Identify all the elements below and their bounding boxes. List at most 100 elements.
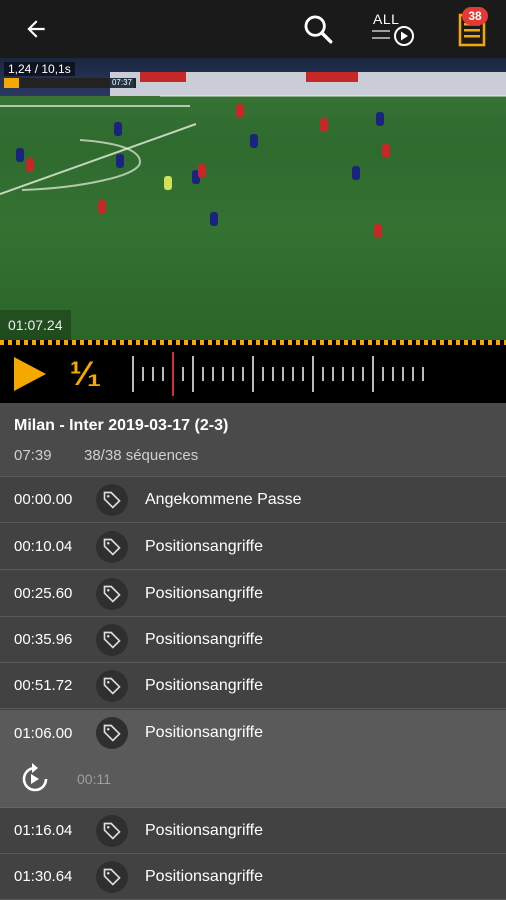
timeline-tick: [372, 356, 374, 392]
sequence-row[interactable]: 00:00.00 Angekommene Passe: [0, 477, 506, 523]
tag-icon: [103, 491, 121, 509]
sequence-label: Positionsangriffe: [145, 537, 263, 555]
sequence-label: Positionsangriffe: [145, 676, 263, 694]
timeline-tick: [132, 356, 134, 392]
pitch-lines: [0, 95, 506, 195]
replay-icon: [22, 763, 48, 792]
sequence-row[interactable]: 01:16.04 Positionsangriffe: [0, 808, 506, 854]
timeline-tick: [312, 356, 314, 392]
match-header: Milan - Inter 2019-03-17 (2-3) 07:39 38/…: [0, 403, 506, 477]
back-button[interactable]: [14, 0, 58, 58]
timeline-tick: [402, 367, 404, 381]
tag-button[interactable]: [96, 670, 128, 702]
player: [376, 112, 384, 126]
timeline-tick: [362, 367, 364, 381]
timeline-tick: [172, 352, 174, 396]
arrow-left-icon: [27, 20, 45, 38]
match-progress-bar: 07:37: [4, 78, 136, 88]
player: [320, 118, 328, 132]
playlist-count-badge: 38: [462, 7, 488, 25]
player: [114, 122, 122, 136]
sequence-duration: 00:11: [77, 771, 111, 787]
player: [210, 212, 218, 226]
sequence-label: Positionsangriffe: [145, 821, 263, 839]
player: [382, 144, 390, 158]
tag-button[interactable]: [96, 861, 128, 893]
player: [98, 200, 106, 214]
timeline-tick: [422, 367, 424, 381]
sequence-time: 00:10.04: [14, 538, 73, 555]
play-button[interactable]: [8, 353, 52, 395]
play-all-button[interactable]: ALL: [366, 0, 422, 58]
tag-button[interactable]: [96, 717, 128, 749]
sequence-time: 00:00.00: [14, 491, 73, 508]
sequence-time: 01:30.64: [14, 868, 73, 885]
tag-button[interactable]: [96, 578, 128, 610]
scoreboard-value: 1,24 / 10,1s: [4, 62, 75, 76]
tag-button[interactable]: [96, 815, 128, 847]
timeline-tick: [222, 367, 224, 381]
match-progress-fill: [4, 78, 19, 88]
sequence-label: Positionsangriffe: [145, 630, 263, 648]
player: [164, 176, 172, 190]
tag-button[interactable]: [96, 484, 128, 516]
timeline-tick: [342, 367, 344, 381]
timeline-scrubber[interactable]: [128, 351, 428, 397]
replay-button[interactable]: [16, 760, 54, 798]
timeline-tick: [292, 367, 294, 381]
sequence-row[interactable]: 01:30.64 Positionsangriffe: [0, 854, 506, 900]
timeline-tick: [332, 367, 334, 381]
timeline-tick: [182, 367, 184, 381]
timeline-tick: [412, 367, 414, 381]
tag-icon: [103, 724, 121, 742]
tag-icon: [103, 631, 121, 649]
tag-button[interactable]: [96, 531, 128, 563]
timeline-tick: [262, 367, 264, 381]
timeline-tick: [162, 367, 164, 381]
tag-icon: [103, 677, 121, 695]
sequence-time: 00:25.60: [14, 585, 73, 602]
video-timestamp: 01:07.24: [0, 310, 71, 340]
player: [16, 148, 24, 162]
timeline-tick: [302, 367, 304, 381]
sequence-details: 00:11: [0, 756, 506, 808]
sequence-time: 00:51.72: [14, 677, 73, 694]
top-bar: ALL 38: [0, 0, 506, 58]
timeline-tick: [272, 367, 274, 381]
timeline-tick: [352, 367, 354, 381]
timeline-tick: [192, 356, 194, 392]
sequence-count: 38/38 séquences: [84, 447, 199, 464]
timeline-tick: [282, 367, 284, 381]
player: [352, 166, 360, 180]
sequence-row[interactable]: 00:35.96 Positionsangriffe: [0, 617, 506, 663]
play-icon: [14, 357, 46, 391]
tag-icon: [103, 868, 121, 886]
match-duration: 07:39: [14, 447, 52, 464]
timeline-tick: [142, 367, 144, 381]
video-player[interactable]: 1,24 / 10,1s 07:37 01:07.24: [0, 58, 506, 340]
sequence-label: Angekommene Passe: [145, 490, 302, 508]
search-button[interactable]: [296, 0, 340, 58]
player: [116, 154, 124, 168]
sequence-row[interactable]: 00:10.04 Positionsangriffe: [0, 524, 506, 570]
tag-button[interactable]: [96, 624, 128, 656]
timeline-tick: [392, 367, 394, 381]
timeline-tick: [152, 367, 154, 381]
sequence-label: Positionsangriffe: [145, 867, 263, 885]
sequence-row[interactable]: 00:25.60 Positionsangriffe: [0, 571, 506, 617]
sequence-row[interactable]: 00:51.72 Positionsangriffe: [0, 663, 506, 709]
player: [236, 104, 244, 118]
playback-speed-button[interactable]: ¹⁄₁: [70, 353, 108, 395]
timeline-tick: [252, 356, 254, 392]
timeline-tick: [242, 367, 244, 381]
play-all-icon: [372, 26, 414, 46]
sequence-time: 01:16.04: [14, 822, 73, 839]
timeline-tick: [232, 367, 234, 381]
sequence-label: Positionsangriffe: [145, 724, 263, 741]
sequence-time: 01:06.00: [14, 724, 73, 742]
match-title: Milan - Inter 2019-03-17 (2-3): [14, 417, 229, 434]
tag-icon: [103, 538, 121, 556]
sequence-row-selected[interactable]: 01:06.00 Positionsangriffe: [0, 710, 506, 756]
tag-icon: [103, 822, 121, 840]
timeline-tick: [322, 367, 324, 381]
